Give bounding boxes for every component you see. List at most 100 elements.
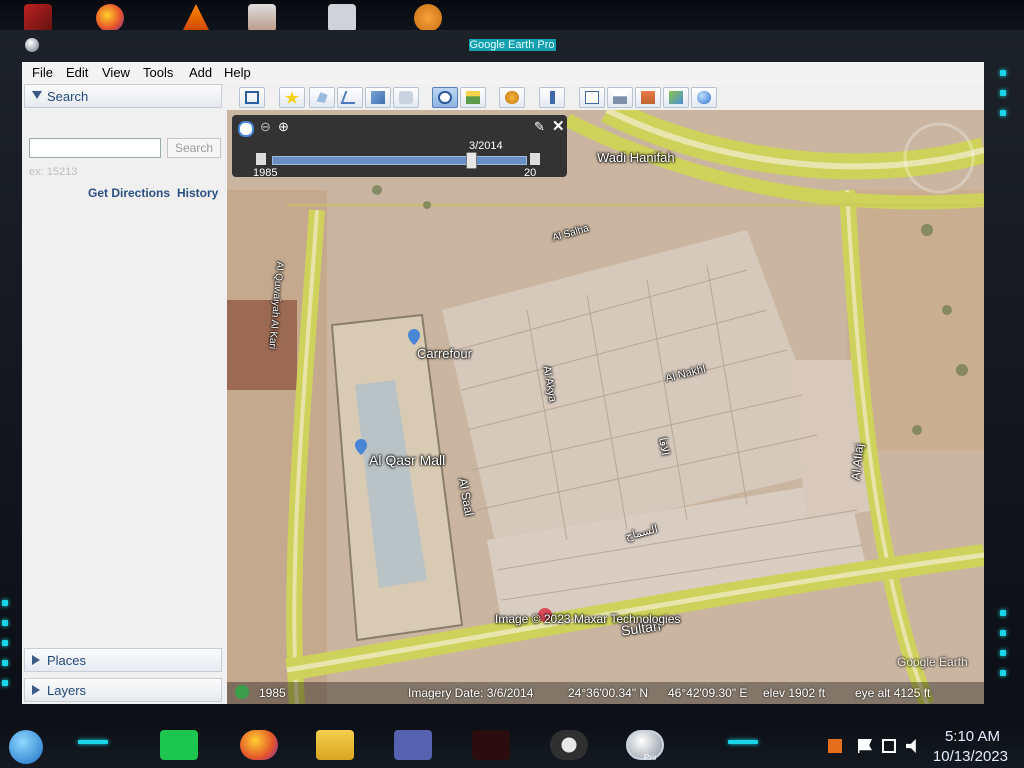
app-orange-icon[interactable] (414, 4, 442, 32)
get-directions-link[interactable]: Get Directions (88, 186, 170, 200)
places-panel-header[interactable]: Places (24, 648, 222, 672)
history-link[interactable]: History (177, 186, 218, 200)
expand-arrow-icon (32, 685, 40, 695)
layers-panel-header[interactable]: Layers (24, 678, 222, 702)
email-button[interactable] (579, 87, 605, 108)
obs-icon[interactable] (550, 730, 588, 760)
tray-network-icon[interactable] (882, 739, 896, 753)
clock-date[interactable]: 10/13/2023 (900, 748, 1008, 765)
earth-button[interactable] (691, 87, 717, 108)
sidebar-toggle-button[interactable] (239, 87, 265, 108)
google-earth-window: File Edit View Tools Add Help Search Sea… (22, 62, 984, 704)
neon-accent (2, 620, 8, 626)
earth-map-view[interactable]: Carrefour Al Qasr Mall Wadi Hanifah Al S… (227, 110, 984, 704)
vlc-icon[interactable] (182, 4, 210, 32)
app-yellow-icon[interactable] (248, 4, 276, 32)
zoom-out-icon[interactable]: ⊖ (260, 119, 271, 135)
sunlight-icon (466, 91, 480, 104)
add-placemark-button[interactable] (279, 87, 305, 108)
time-clock-icon[interactable] (238, 121, 254, 137)
image-overlay-icon (371, 91, 385, 104)
neon-accent (78, 740, 108, 744)
sunlight-button[interactable] (460, 87, 486, 108)
record-tour-button[interactable] (393, 87, 419, 108)
map-label-wadi-hanifah: Wadi Hanifah (597, 150, 675, 165)
time-slider-date: 3/2014 (469, 140, 503, 152)
window-title-bar[interactable]: Google Earth Pro (0, 30, 1024, 60)
search-hint: ex: 15213 (29, 166, 78, 178)
clock-time[interactable]: 5:10 AM (900, 728, 1000, 745)
time-step-back-icon[interactable] (256, 153, 266, 165)
toolbar (227, 84, 984, 110)
menu-add[interactable]: Add (189, 65, 212, 80)
menu-view[interactable]: View (102, 65, 130, 80)
search-panel-label: Search (47, 89, 89, 104)
latitude: 24°36'00.34" N (568, 686, 649, 700)
neon-accent (1000, 670, 1006, 676)
view-in-maps-icon (669, 91, 683, 104)
sidebar-toggle-icon (245, 91, 259, 104)
neon-accent (2, 640, 8, 646)
time-slider-handle[interactable] (465, 152, 477, 169)
map-label-al-qasr-mall: Al Qasr Mall (369, 452, 446, 468)
menu-help[interactable]: Help (224, 65, 251, 80)
time-settings-icon[interactable]: ✎ (534, 119, 545, 135)
menu-tools[interactable]: Tools (143, 65, 173, 80)
search-panel-header[interactable]: Search (24, 84, 222, 108)
start-button[interactable] (9, 730, 43, 764)
menu-file[interactable]: File (32, 65, 53, 80)
save-image-button[interactable] (635, 87, 661, 108)
app-window-icon[interactable] (328, 4, 356, 32)
neon-accent (1000, 110, 1006, 116)
print-button[interactable] (607, 87, 633, 108)
add-polygon-button[interactable] (309, 87, 335, 108)
menu-edit[interactable]: Edit (66, 65, 88, 80)
imagery-date: Imagery Date: 3/6/2014 (408, 686, 534, 700)
neon-accent (1000, 610, 1006, 616)
record-tour-icon (399, 91, 413, 104)
time-slider-end-year: 20 (524, 167, 537, 179)
path-icon (340, 91, 360, 104)
firefox-icon[interactable] (240, 730, 278, 760)
eye-altitude: eye alt 4125 ft (855, 686, 931, 700)
neon-accent (2, 660, 8, 666)
app-red-icon[interactable] (24, 4, 52, 32)
add-image-overlay-button[interactable] (365, 87, 391, 108)
print-icon (613, 91, 627, 104)
time-slider-track[interactable] (272, 156, 527, 165)
zoom-in-icon[interactable]: ⊕ (278, 119, 289, 135)
historical-imagery-status-icon[interactable] (235, 685, 249, 699)
planets-button[interactable] (499, 87, 525, 108)
ruler-icon (550, 91, 555, 104)
search-button[interactable]: Search (167, 138, 221, 158)
google-earth-logo-icon (25, 38, 39, 52)
app-card-icon[interactable] (394, 730, 432, 760)
historical-imagery-button[interactable] (432, 87, 458, 108)
search-input[interactable] (29, 138, 161, 158)
longitude: 46°42'09.30" E (668, 686, 748, 700)
time-step-forward-icon[interactable] (530, 153, 540, 165)
collapse-arrow-icon (32, 91, 42, 99)
neon-accent (1000, 650, 1006, 656)
google-earth-watermark: Google Earth (897, 655, 968, 669)
historical-imagery-icon (438, 91, 452, 104)
google-earth-pro-label: Pro (644, 753, 657, 762)
tray-app-icon[interactable] (828, 739, 842, 753)
save-image-icon (641, 91, 655, 104)
time-close-icon[interactable]: ✕ (552, 117, 565, 135)
polygon-icon (316, 92, 328, 103)
add-path-button[interactable] (337, 87, 363, 108)
ruler-button[interactable] (539, 87, 565, 108)
map-label-carrefour: Carrefour (417, 346, 472, 361)
neon-accent (1000, 90, 1006, 96)
email-icon (585, 91, 599, 104)
view-in-maps-button[interactable] (663, 87, 689, 108)
placemark-icon (285, 91, 299, 104)
spotify-icon[interactable] (160, 730, 198, 760)
firefox-dev-icon[interactable] (96, 4, 124, 32)
time-slider-start-year: 1985 (253, 167, 278, 179)
layers-panel-label: Layers (47, 683, 87, 698)
file-explorer-icon[interactable] (316, 730, 354, 760)
game-icon[interactable] (472, 730, 510, 760)
expand-arrow-icon (32, 655, 40, 665)
